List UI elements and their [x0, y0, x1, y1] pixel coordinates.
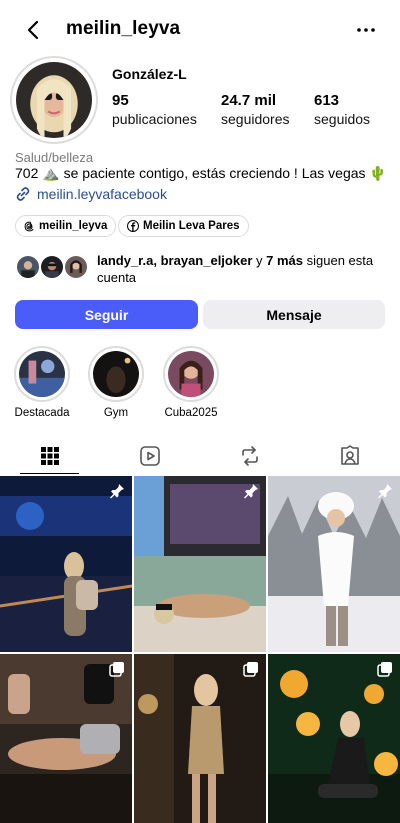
followed-by[interactable]: landy_r.a, brayan_eljoker y 7 más siguen… — [15, 250, 385, 288]
profile-category: Salud/belleza — [15, 150, 94, 165]
multiple-icon — [109, 662, 124, 677]
tab-tagged[interactable] — [300, 438, 400, 474]
profile-link[interactable]: meilin.leyvafacebook — [15, 186, 167, 202]
highlight-cuba2025[interactable]: Cuba2025 — [163, 346, 219, 419]
profile-display-name: González-L — [112, 66, 187, 82]
tagged-icon — [341, 445, 359, 465]
active-tab-indicator — [20, 472, 79, 474]
multiple-icon — [377, 662, 392, 677]
facebook-icon — [127, 220, 139, 232]
more-horizontal-icon[interactable] — [354, 20, 378, 40]
facebook-chip[interactable]: Meilin Leva Pares — [118, 215, 249, 237]
chevron-left-icon[interactable] — [22, 18, 46, 42]
tab-posts-grid[interactable] — [0, 438, 100, 474]
post-thumbnail[interactable] — [268, 654, 400, 823]
profile-tabs — [0, 438, 400, 474]
highlight-label: Destacada — [14, 407, 70, 419]
post-thumbnail[interactable] — [0, 476, 132, 652]
stat-posts-label: publicaciones — [112, 111, 197, 127]
pin-icon — [244, 484, 258, 499]
tab-reposts[interactable] — [200, 438, 300, 474]
post-thumbnail[interactable] — [134, 476, 266, 652]
reels-icon — [140, 446, 160, 466]
threads-icon — [24, 221, 34, 231]
highlight-label: Cuba2025 — [164, 407, 218, 419]
highlight-cover — [168, 351, 214, 397]
threads-chip[interactable]: meilin_leyva — [15, 215, 117, 237]
stat-posts[interactable]: 95 publicaciones — [112, 92, 197, 127]
stat-following-label: seguidos — [314, 111, 371, 127]
highlight-cover — [19, 351, 65, 397]
multiple-icon — [243, 662, 258, 677]
stat-following[interactable]: 613 seguidos — [314, 92, 370, 127]
pin-icon — [378, 484, 392, 499]
highlight-destacada[interactable]: Destacada — [14, 346, 70, 419]
follower-avatar — [63, 254, 89, 280]
profile-avatar-ring[interactable] — [10, 56, 98, 144]
tab-reels[interactable] — [100, 438, 200, 474]
top-bar: meilin_leyva — [0, 0, 400, 62]
highlight-cover — [93, 351, 139, 397]
stat-following-value: 613 — [314, 92, 340, 109]
stat-posts-value: 95 — [112, 92, 129, 109]
threads-chip-label: meilin_leyva — [39, 220, 108, 232]
grid-icon — [41, 447, 59, 465]
profile-bio: 702 ⛰️ se paciente contigo, estás crecie… — [15, 165, 387, 181]
highlight-gym[interactable]: Gym — [88, 346, 144, 419]
pin-icon — [110, 484, 124, 499]
profile-link-text: meilin.leyvafacebook — [37, 186, 167, 202]
post-thumbnail[interactable] — [134, 654, 266, 823]
reposts-icon — [242, 446, 258, 466]
follow-button[interactable]: Seguir — [15, 300, 198, 329]
post-thumbnail[interactable] — [268, 476, 400, 652]
stat-followers-label: seguidores — [221, 111, 290, 127]
followed-by-text: landy_r.a, brayan_eljoker y 7 más siguen… — [97, 253, 374, 285]
stat-followers-value: 24.7 mil — [221, 92, 277, 109]
follower-avatar — [15, 254, 41, 280]
link-icon — [16, 187, 30, 201]
profile-username: meilin_leyva — [66, 18, 181, 39]
post-thumbnail[interactable] — [0, 654, 132, 823]
highlight-label: Gym — [103, 407, 129, 419]
profile-avatar — [16, 62, 92, 138]
facebook-chip-label: Meilin Leva Pares — [143, 220, 240, 232]
stat-followers[interactable]: 24.7 mil seguidores — [221, 92, 290, 127]
follower-avatar — [39, 254, 65, 280]
message-button[interactable]: Mensaje — [203, 300, 385, 329]
